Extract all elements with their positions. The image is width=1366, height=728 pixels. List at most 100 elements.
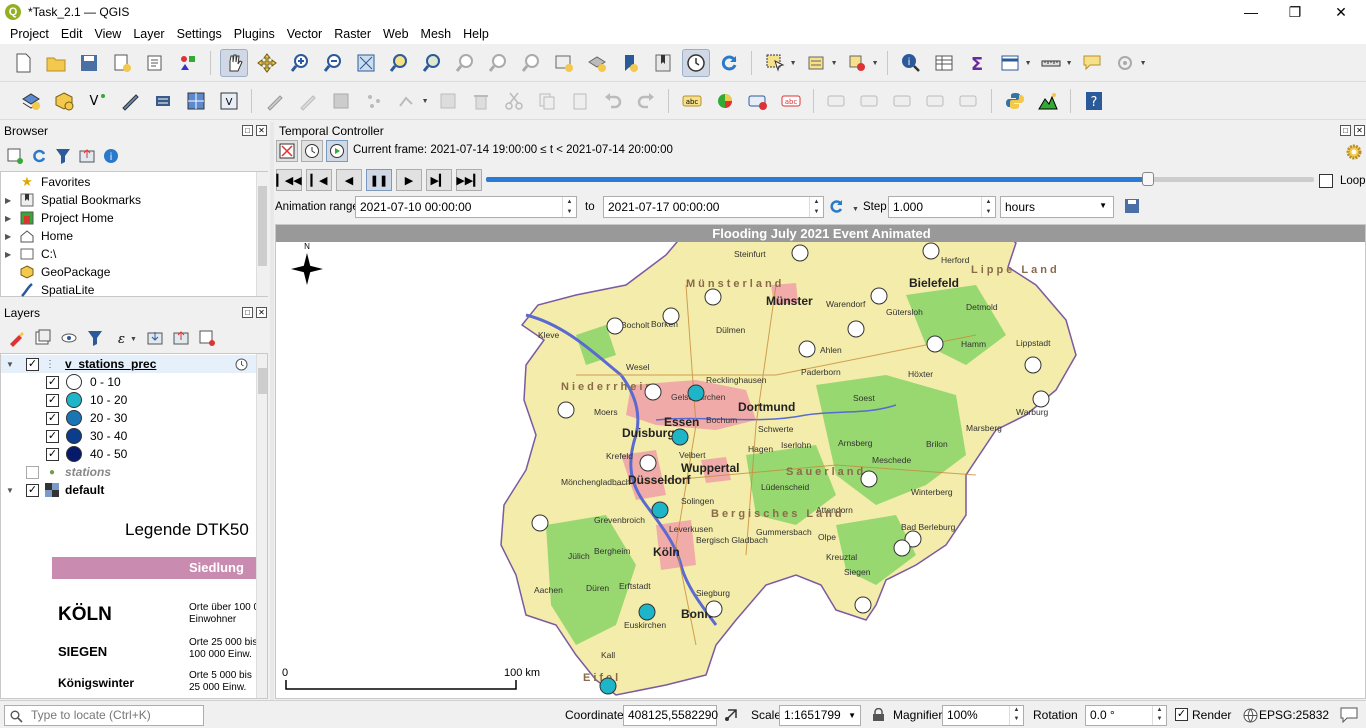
browser-item-favorites[interactable]: ★ Favorites bbox=[1, 173, 90, 191]
menu-web[interactable]: Web bbox=[377, 27, 414, 41]
next-frame-button[interactable]: ▶▎ bbox=[426, 169, 452, 191]
spin-arrows-icon[interactable]: ▲ ▼ bbox=[1009, 706, 1023, 725]
add-selected-layers-icon[interactable] bbox=[6, 147, 24, 165]
select-features-button[interactable]: ▼ bbox=[761, 49, 797, 77]
filter-expression-icon[interactable]: ε ▼ bbox=[112, 329, 138, 347]
pause-button[interactable]: ❚❚ bbox=[366, 169, 392, 191]
layout-manager-button[interactable] bbox=[141, 49, 169, 77]
copy-features-button[interactable] bbox=[533, 87, 561, 115]
map-canvas[interactable]: Münster Bielefeld Dortmund Essen Duisburg Düs… bbox=[275, 224, 1366, 699]
float-panel-icon[interactable]: □ bbox=[242, 125, 253, 136]
new-temporary-layer-button[interactable] bbox=[149, 87, 177, 115]
new-print-layout-button[interactable] bbox=[108, 49, 136, 77]
float-panel-icon[interactable]: □ bbox=[1340, 125, 1351, 136]
expand-arrow-icon[interactable]: ▶ bbox=[5, 250, 15, 259]
previous-frame-button[interactable]: ▎◀ bbox=[306, 169, 332, 191]
step-unit-select[interactable]: hours ▼ bbox=[1000, 196, 1114, 218]
spin-arrows-icon[interactable]: ▲ ▼ bbox=[1152, 706, 1166, 725]
station-marker[interactable] bbox=[705, 600, 723, 618]
station-marker[interactable] bbox=[639, 454, 657, 472]
spin-arrows-icon[interactable]: ▲ ▼ bbox=[562, 197, 576, 217]
add-vector-tile-button[interactable]: V bbox=[215, 87, 243, 115]
class-checkbox[interactable]: ✓ bbox=[46, 411, 59, 425]
station-marker[interactable] bbox=[922, 242, 940, 260]
scale-combobox[interactable]: 1:1651799 ▼ bbox=[779, 705, 861, 726]
browser-item-c-drive[interactable]: ▶ C:\ bbox=[1, 245, 56, 263]
show-hide-labels-button[interactable] bbox=[856, 87, 884, 115]
layer-diagram-button[interactable] bbox=[711, 87, 739, 115]
class-checkbox[interactable]: ✓ bbox=[46, 429, 59, 443]
open-attribute-table-button[interactable] bbox=[930, 49, 958, 77]
select-by-value-button[interactable]: ▼ bbox=[802, 49, 838, 77]
vertex-tool-button[interactable]: ▼ bbox=[393, 87, 429, 115]
fixed-range-button[interactable] bbox=[301, 140, 323, 162]
animated-navigation-button[interactable] bbox=[326, 140, 348, 162]
layer-row-stations[interactable]: ● stations bbox=[1, 463, 111, 481]
current-edits-button[interactable] bbox=[294, 87, 322, 115]
close-window-button[interactable]: ✕ bbox=[1318, 0, 1364, 24]
minimize-button[interactable]: — bbox=[1228, 0, 1274, 24]
style-manager-button[interactable] bbox=[174, 49, 202, 77]
station-marker[interactable] bbox=[557, 401, 575, 419]
menu-settings[interactable]: Settings bbox=[171, 27, 228, 41]
legend-class-10-20[interactable]: ✓ 10 - 20 bbox=[46, 391, 127, 409]
save-edits-button[interactable] bbox=[327, 87, 355, 115]
step-value-spinbox[interactable]: 1.000 ▲ ▼ bbox=[888, 196, 996, 218]
menu-raster[interactable]: Raster bbox=[328, 27, 377, 41]
dock-splitter[interactable] bbox=[270, 122, 274, 700]
menu-plugins[interactable]: Plugins bbox=[228, 27, 281, 41]
menu-help[interactable]: Help bbox=[457, 27, 495, 41]
pan-to-selection-button[interactable] bbox=[253, 49, 281, 77]
change-label-button[interactable] bbox=[955, 87, 983, 115]
set-range-from-layers-icon[interactable]: ▼ bbox=[828, 198, 858, 216]
profile-tool-button[interactable] bbox=[1034, 87, 1062, 115]
browser-item-spatial-bookmarks[interactable]: ▶ Spatial Bookmarks bbox=[1, 191, 141, 209]
undo-button[interactable] bbox=[599, 87, 627, 115]
zoom-in-button[interactable] bbox=[286, 49, 314, 77]
station-marker[interactable] bbox=[870, 287, 888, 305]
class-checkbox[interactable]: ✓ bbox=[46, 375, 59, 389]
refresh-button[interactable] bbox=[715, 49, 743, 77]
station-marker[interactable] bbox=[687, 384, 705, 402]
modify-attributes-button[interactable] bbox=[434, 87, 462, 115]
station-marker[interactable] bbox=[704, 288, 722, 306]
pin-unpin-labels-button[interactable] bbox=[823, 87, 851, 115]
cut-features-button[interactable] bbox=[500, 87, 528, 115]
style-panel-icon[interactable] bbox=[8, 329, 26, 347]
restore-button[interactable]: ❐ bbox=[1272, 0, 1318, 24]
lock-scale-icon[interactable] bbox=[872, 708, 885, 722]
zoom-last-button[interactable] bbox=[484, 49, 512, 77]
layer-row-v-stations-prec[interactable]: ▼ ✓ ⋮ v_stations_prec bbox=[1, 355, 156, 373]
add-point-feature-button[interactable] bbox=[360, 87, 388, 115]
temporal-controller-button[interactable] bbox=[681, 48, 710, 77]
layer-visibility-checkbox[interactable]: ✓ bbox=[26, 483, 39, 497]
open-field-calculator-button[interactable]: ▼ bbox=[996, 49, 1032, 77]
station-marker[interactable] bbox=[671, 428, 689, 446]
highlight-pinned-labels-button[interactable] bbox=[744, 87, 772, 115]
station-marker[interactable] bbox=[531, 514, 549, 532]
map-tips-button[interactable] bbox=[1078, 49, 1106, 77]
expand-arrow-icon[interactable]: ▶ bbox=[5, 214, 15, 223]
add-group-icon[interactable] bbox=[34, 329, 52, 347]
station-marker[interactable] bbox=[1024, 356, 1042, 374]
menu-mesh[interactable]: Mesh bbox=[415, 27, 458, 41]
new-geopackage-layer-button[interactable] bbox=[50, 87, 78, 115]
messages-icon[interactable] bbox=[1340, 707, 1358, 723]
skip-to-end-button[interactable]: ▶▶▎ bbox=[456, 169, 482, 191]
expand-all-icon[interactable] bbox=[146, 329, 164, 347]
zoom-native-button[interactable] bbox=[451, 49, 479, 77]
close-panel-icon[interactable]: ✕ bbox=[1354, 125, 1365, 136]
legend-class-30-40[interactable]: ✓ 30 - 40 bbox=[46, 427, 127, 445]
zoom-to-layer-button[interactable] bbox=[418, 49, 446, 77]
play-backward-button[interactable]: ◀ bbox=[336, 169, 362, 191]
locator-search-input[interactable]: Type to locate (Ctrl+K) bbox=[4, 705, 204, 726]
python-console-button[interactable] bbox=[1001, 87, 1029, 115]
magnifier-spinbox[interactable]: 100% ▲ ▼ bbox=[942, 705, 1024, 726]
browser-item-home[interactable]: ▶ Home bbox=[1, 227, 73, 245]
zoom-full-button[interactable] bbox=[352, 49, 380, 77]
gps-tracking-button[interactable]: ▼ bbox=[1111, 49, 1147, 77]
new-project-button[interactable] bbox=[9, 49, 37, 77]
filter-legend-icon[interactable] bbox=[86, 329, 104, 347]
legend-class-40-50[interactable]: ✓ 40 - 50 bbox=[46, 445, 127, 463]
zoom-next-button[interactable] bbox=[517, 49, 545, 77]
